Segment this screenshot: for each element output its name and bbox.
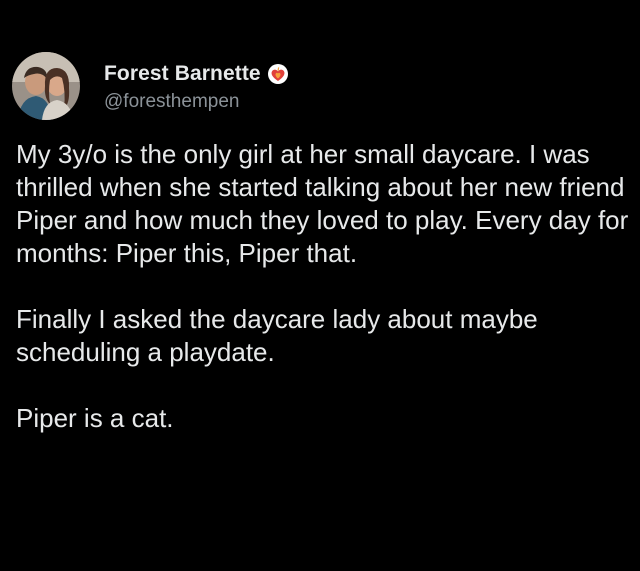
- author-names: Forest Barnette @foresthempen: [104, 59, 289, 113]
- tweet-header: Forest Barnette @foresthempen: [12, 50, 289, 122]
- name-row: Forest Barnette: [104, 59, 289, 89]
- display-name[interactable]: Forest Barnette: [104, 62, 261, 86]
- tweet-card: Forest Barnette @foresthempen My 3y/o is…: [0, 0, 640, 571]
- heart-fire-badge-icon: [267, 64, 288, 84]
- author-handle[interactable]: @foresthempen: [104, 91, 289, 113]
- avatar-photo-icon: [12, 52, 80, 120]
- avatar[interactable]: [12, 52, 80, 120]
- tweet-paragraph-2: Finally I asked the daycare lady about m…: [16, 304, 538, 367]
- tweet-body: My 3y/o is the only girl at her small da…: [16, 138, 634, 435]
- tweet-paragraph-1: My 3y/o is the only girl at her small da…: [16, 139, 629, 268]
- tweet-paragraph-3: Piper is a cat.: [16, 403, 174, 433]
